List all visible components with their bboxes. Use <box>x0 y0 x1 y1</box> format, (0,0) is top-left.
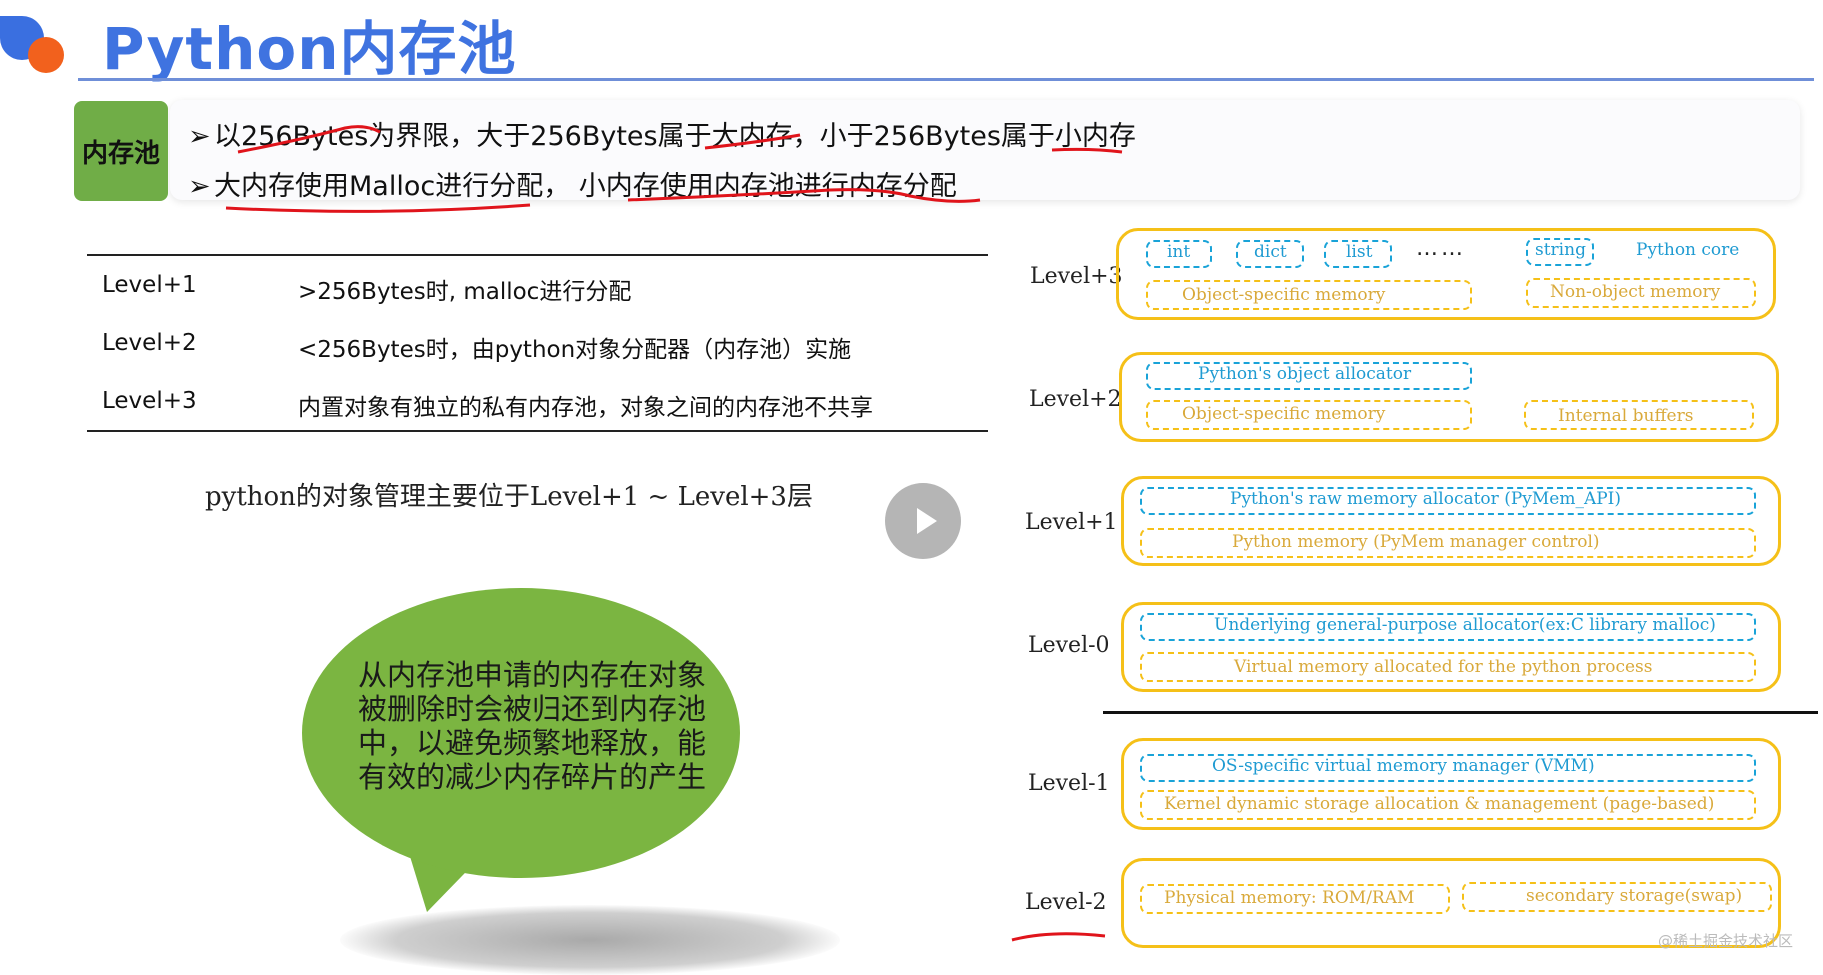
non-object-memory-label: Non-object memory <box>1550 282 1721 302</box>
vmm-label: OS-specific virtual memory manager (VMM) <box>1212 756 1595 776</box>
underline-malloc <box>225 203 531 213</box>
general-allocator-label: Underlying general-purpose allocator(ex:… <box>1214 615 1716 635</box>
table-desc-cell: 内置对象有独立的私有内存池，对象之间的内存池不共享 <box>298 395 873 421</box>
watermark: @稀土掘金技术社区 <box>1658 932 1794 950</box>
string-label: string <box>1535 240 1586 260</box>
bubble-shadow <box>340 905 840 975</box>
table-level-cell: Level+3 <box>102 388 197 414</box>
swap-label: secondary storage(swap) <box>1526 886 1743 906</box>
table-level-cell: Level+2 <box>102 330 197 356</box>
underline-small-memory <box>1051 147 1123 154</box>
level-note: python的对象管理主要位于Level+1 ~ Level+3层 <box>205 482 813 512</box>
kernel-storage-label: Kernel dynamic storage allocation & mana… <box>1164 794 1715 814</box>
raw-allocator-label: Python's raw memory allocator (PyMem_API… <box>1230 489 1622 509</box>
level-label: Level+3 <box>1030 264 1123 289</box>
table-desc-cell: >256Bytes时, malloc进行分配 <box>298 279 632 305</box>
object-allocator-label: Python's object allocator <box>1198 364 1412 384</box>
physical-memory-label: Physical memory: ROM/RAM <box>1164 888 1415 908</box>
virtual-memory-label: Virtual memory allocated for the python … <box>1234 657 1653 677</box>
level-label: Level-0 <box>1028 633 1110 658</box>
play-icon[interactable] <box>917 508 937 534</box>
list-label: list <box>1346 242 1373 262</box>
dict-label: dict <box>1254 242 1287 262</box>
ellipsis: …… <box>1416 236 1466 261</box>
level-label: Level+1 <box>1025 510 1118 535</box>
object-memory-label: Object-specific memory <box>1182 404 1386 424</box>
underline-pool-alloc <box>627 188 981 203</box>
underline-256bytes <box>237 125 381 154</box>
table-level-cell: Level+1 <box>102 272 197 298</box>
level-label: Level-1 <box>1028 771 1110 796</box>
level-label: Level-2 <box>1025 890 1107 915</box>
internal-buffers-label: Internal buffers <box>1558 406 1694 426</box>
table-top-rule <box>87 254 988 256</box>
underline-big-memory <box>704 133 801 150</box>
python-core-label: Python core <box>1636 240 1740 260</box>
bubble-text: 从内存池申请的内存在对象被删除时会被归还到内存池中，以避免频繁地释放，能有效的减… <box>358 658 707 794</box>
table-bottom-rule <box>87 430 988 432</box>
python-os-divider <box>1103 711 1818 714</box>
level-label: Level+2 <box>1029 387 1122 412</box>
int-label: int <box>1167 242 1191 262</box>
python-memory-label: Python memory (PyMem manager control) <box>1232 532 1600 552</box>
underline-level-2 <box>1011 932 1106 942</box>
table-desc-cell: <256Bytes时，由python对象分配器（内存池）实施 <box>298 337 852 363</box>
object-memory-label: Object-specific memory <box>1182 285 1386 305</box>
